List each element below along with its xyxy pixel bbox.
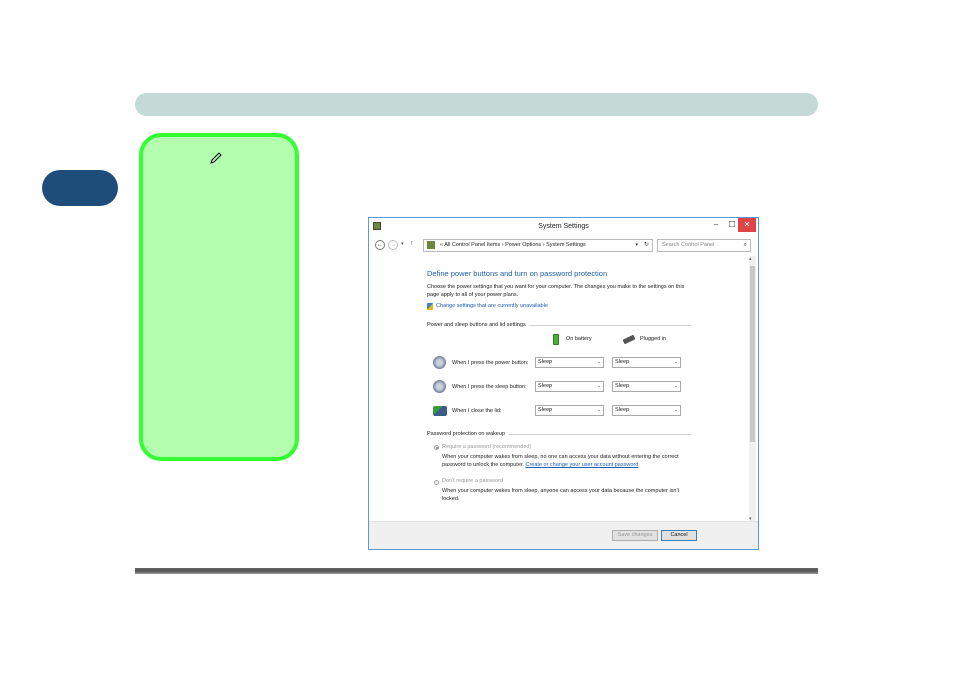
search-icon[interactable]: ⌕	[744, 240, 747, 251]
save-changes-button[interactable]: Save changes	[612, 530, 658, 541]
refresh-icon[interactable]: ↻	[644, 240, 649, 251]
scrollbar-thumb[interactable]	[750, 266, 755, 442]
back-button[interactable]: ←	[375, 240, 385, 250]
close-button[interactable]: ✕	[738, 218, 756, 232]
require-password-label: Require a password (recommended)	[442, 444, 532, 450]
window-title: System Settings	[538, 223, 589, 230]
pencil-icon	[210, 152, 222, 164]
recent-locations-dropdown[interactable]: ▾	[401, 241, 404, 247]
lid-battery-select[interactable]: Sleep ⌄	[535, 405, 604, 416]
change-settings-link[interactable]: Change settings that are currently unava…	[436, 303, 548, 309]
chevron-down-icon: ⌄	[673, 407, 678, 413]
select-value: Sleep	[615, 407, 630, 413]
sleep-button-plugged-select[interactable]: Sleep ⌄	[612, 381, 681, 392]
navigation-bar: ← → ▾ ↑ « All Control Panel Items › Powe…	[369, 238, 758, 254]
chevron-down-icon: ⌄	[673, 359, 678, 365]
address-dropdown-icon[interactable]: ▾	[635, 240, 638, 251]
note-box	[139, 133, 299, 461]
require-password-description: When your computer wakes from sleep, no …	[442, 453, 692, 469]
plugged-in-header: Plugged in	[640, 336, 666, 342]
require-password-radio[interactable]	[434, 445, 439, 450]
chevron-down-icon: ⌄	[673, 383, 678, 389]
close-lid-label: When I close the lid:	[452, 408, 502, 414]
select-value: Sleep	[615, 359, 630, 365]
page-header-bar	[135, 93, 818, 116]
search-input[interactable]: Search Control Panel ⌕	[657, 239, 751, 252]
chevron-down-icon: ⌄	[596, 407, 601, 413]
select-value: Sleep	[538, 383, 553, 389]
on-battery-header: On battery	[566, 336, 592, 342]
select-value: Sleep	[615, 383, 630, 389]
address-path: « All Control Panel Items › Power Option…	[440, 242, 586, 248]
page-description: Choose the power settings that you want …	[427, 284, 685, 298]
lid-plugged-select[interactable]: Sleep ⌄	[612, 405, 681, 416]
search-placeholder: Search Control Panel	[662, 242, 715, 248]
action-bar: Save changes Cancel	[369, 521, 758, 549]
select-value: Sleep	[538, 359, 553, 365]
create-password-link[interactable]: Create or change your user account passw…	[525, 462, 638, 468]
control-panel-icon	[427, 241, 435, 249]
power-button-battery-select[interactable]: Sleep ⌄	[535, 357, 604, 368]
power-button-plugged-select[interactable]: Sleep ⌄	[612, 357, 681, 368]
vertical-scrollbar[interactable]: ▴ ▾	[749, 256, 756, 522]
page-title: Define power buttons and turn on passwor…	[427, 269, 608, 278]
shield-icon	[427, 303, 433, 310]
cancel-button[interactable]: Cancel	[661, 530, 697, 541]
sleep-button-battery-select[interactable]: Sleep ⌄	[535, 381, 604, 392]
chapter-tab	[42, 170, 118, 206]
system-settings-window: System Settings – ☐ ✕ ← → ▾ ↑ « All Cont…	[368, 217, 759, 550]
up-button[interactable]: ↑	[410, 240, 414, 247]
divider	[529, 325, 691, 326]
sleep-button-icon	[433, 380, 446, 393]
chevron-down-icon: ⌄	[596, 383, 601, 389]
laptop-lid-icon	[433, 406, 447, 416]
address-bar[interactable]: « All Control Panel Items › Power Option…	[423, 239, 653, 252]
power-button-label: When I press the power button:	[452, 360, 529, 366]
forward-button[interactable]: →	[388, 240, 398, 250]
minimize-button[interactable]: –	[708, 218, 724, 232]
divider	[509, 434, 691, 435]
no-password-description: When your computer wakes from sleep, any…	[442, 488, 680, 502]
sleep-button-label: When I press the sleep button:	[452, 384, 527, 390]
battery-icon	[553, 334, 559, 345]
group-password-label: Password protection on wakeup	[427, 431, 505, 437]
plug-icon	[622, 334, 636, 345]
no-password-radio[interactable]	[434, 480, 439, 485]
scroll-up-icon[interactable]: ▴	[749, 256, 752, 262]
page-footer-rule	[135, 568, 818, 574]
group-power-buttons-label: Power and sleep buttons and lid settings	[427, 322, 526, 328]
title-bar: System Settings – ☐ ✕	[369, 218, 758, 236]
select-value: Sleep	[538, 407, 553, 413]
main-content: Define power buttons and turn on passwor…	[369, 255, 749, 523]
chevron-down-icon: ⌄	[596, 359, 601, 365]
no-password-label: Don't require a password	[442, 478, 503, 484]
power-button-icon	[433, 356, 446, 369]
